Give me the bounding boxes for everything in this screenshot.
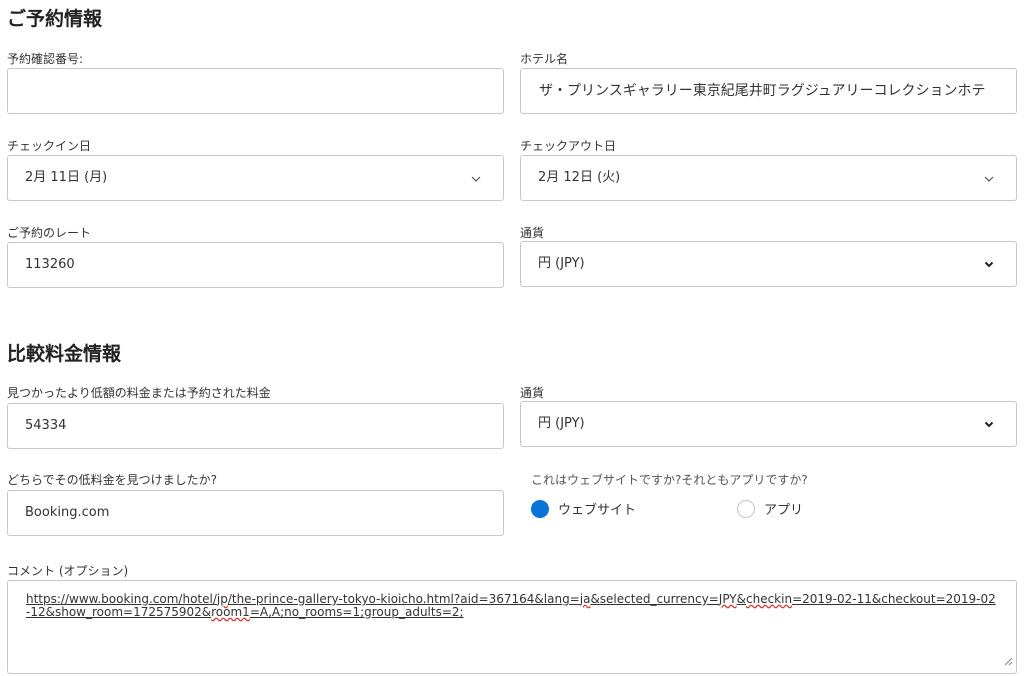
- app-radio[interactable]: [737, 500, 755, 518]
- resize-handle-icon[interactable]: [1004, 651, 1013, 670]
- comment-url-part: =A,A;no_rooms=1;group_adults=2;: [249, 605, 464, 619]
- chevron-down-icon: [984, 242, 994, 286]
- lower-rate-value: 54334: [25, 418, 67, 433]
- checkin-date-select[interactable]: 2月 11日 (月): [7, 155, 504, 201]
- checkout-date-label: チェックアウト日: [520, 139, 617, 153]
- comparison-currency-value: 円 (JPY): [538, 416, 585, 431]
- lower-rate-input[interactable]: 54334: [7, 403, 504, 449]
- chevron-down-icon: [984, 402, 994, 446]
- booking-rate-value: 113260: [25, 257, 75, 272]
- website-radio[interactable]: [531, 500, 549, 518]
- comment-url-part: https://www.booking.com/hotel/: [26, 592, 217, 606]
- reservation-section-title: ご予約情報: [7, 8, 103, 30]
- currency-value: 円 (JPY): [538, 256, 585, 271]
- comment-url-part: room1: [211, 605, 250, 619]
- checkin-date-label: チェックイン日: [7, 139, 92, 153]
- chevron-down-icon: [984, 156, 994, 200]
- hotel-name-value: ザ・プリンスギャラリー東京紀尾井町ラグジュアリーコレクションホテ: [539, 83, 986, 99]
- app-radio-label[interactable]: アプリ: [764, 499, 803, 518]
- checkout-date-select[interactable]: 2月 12日 (火): [520, 155, 1017, 201]
- comparison-section-title: 比較料金情報: [7, 343, 122, 365]
- comment-url-part: &: [736, 592, 746, 606]
- where-found-label: どちらでその低料金を見つけましたか?: [7, 473, 218, 487]
- website-radio-label[interactable]: ウェブサイト: [558, 499, 636, 518]
- comment-url-part: checkin: [746, 592, 793, 606]
- checkin-date-value: 2月 11日 (月): [25, 170, 108, 185]
- where-found-input[interactable]: Booking.com: [7, 490, 504, 536]
- hotel-name-label: ホテル名: [520, 52, 569, 66]
- confirmation-number-input[interactable]: [7, 68, 504, 114]
- comment-textarea[interactable]: https://www.booking.com/hotel/jp/the-pri…: [7, 580, 1017, 674]
- booking-rate-label: ご予約のレート: [7, 226, 92, 240]
- comment-label: コメント (オプション): [7, 564, 129, 578]
- lower-rate-label: 見つかったより低額の料金または予約された料金: [7, 386, 271, 400]
- confirmation-number-label: 予約確認番号:: [7, 52, 84, 66]
- comment-url-part: jp: [216, 592, 228, 606]
- currency-label: 通貨: [520, 226, 545, 240]
- where-found-value: Booking.com: [25, 505, 110, 520]
- currency-select[interactable]: 円 (JPY): [520, 241, 1017, 287]
- comment-url-part: ja: [579, 592, 591, 606]
- chevron-down-icon: [471, 156, 481, 200]
- comparison-currency-label: 通貨: [520, 386, 545, 400]
- comparison-currency-select[interactable]: 円 (JPY): [520, 401, 1017, 447]
- comment-url-part: &selected_currency=: [590, 592, 719, 606]
- hotel-name-input[interactable]: ザ・プリンスギャラリー東京紀尾井町ラグジュアリーコレクションホテ: [520, 68, 1017, 114]
- comment-url-part: JPY: [718, 592, 737, 606]
- booking-rate-input[interactable]: 113260: [7, 242, 504, 288]
- site-or-app-label: これはウェブサイトですか?それともアプリですか?: [531, 473, 808, 487]
- checkout-date-value: 2月 12日 (火): [538, 170, 621, 185]
- comment-text: https://www.booking.com/hotel/jp/the-pri…: [8, 581, 1016, 619]
- comment-url-part: /the-prince-gallery-tokyo-kioicho.html?a…: [227, 592, 580, 606]
